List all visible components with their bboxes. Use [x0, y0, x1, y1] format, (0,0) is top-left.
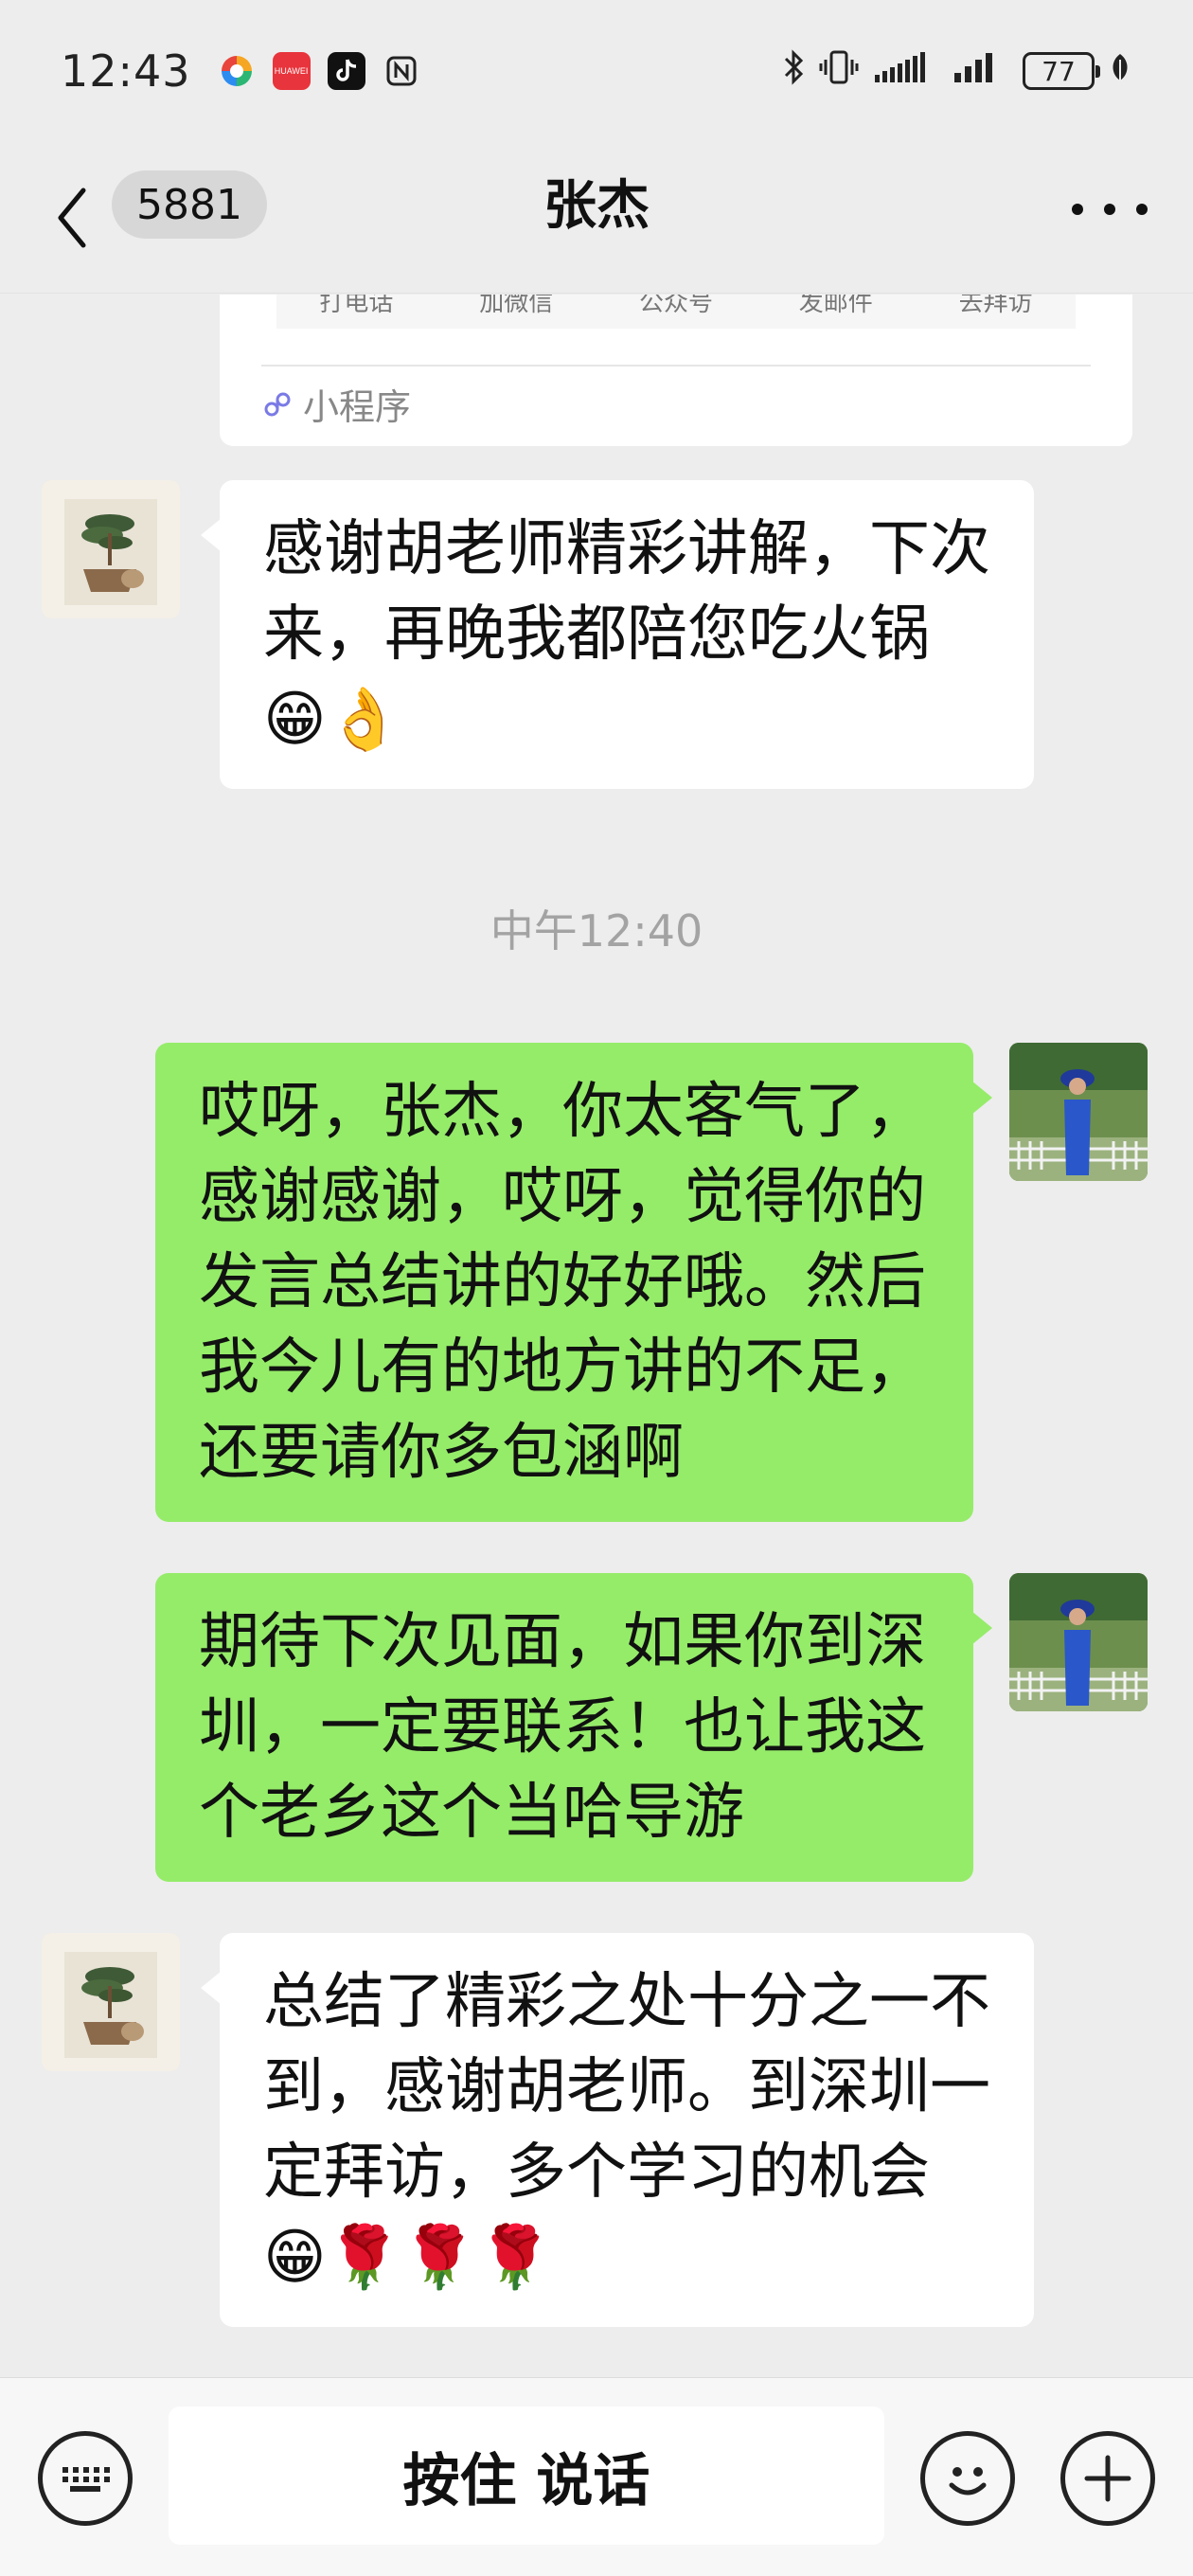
mini-program-preview: 打电话 加微信 公众号 发邮件 去拜访 — [276, 295, 1076, 329]
mini-action-call: 打电话 — [319, 295, 394, 317]
signal-icon-2 — [953, 48, 1000, 95]
mini-program-label: 小程序 — [261, 378, 411, 430]
more-dots-icon — [1136, 204, 1148, 215]
message-bubble-sent[interactable]: 哎呀，张杰，你太客气了，感谢感谢，哎呀，觉得你的发言总结讲的好好哦。然后我今儿有… — [155, 1043, 992, 1522]
mini-action-wechat: 加微信 — [479, 295, 554, 317]
my-avatar[interactable] — [1009, 1573, 1148, 1711]
keyboard-icon — [62, 2467, 110, 2492]
mini-action-email: 发邮件 — [798, 295, 873, 317]
tiktok-icon — [327, 52, 365, 90]
more-dots-icon — [1072, 204, 1083, 215]
time-separator: 中午12:40 — [490, 905, 703, 957]
message-text: 感谢胡老师精彩讲解，下次来，再晚我都陪您吃火锅😁👌 — [263, 514, 990, 755]
chat-title: 张杰 — [543, 175, 650, 237]
more-dots-icon — [1104, 204, 1115, 215]
portrait-avatar-image — [1009, 1043, 1148, 1181]
contact-avatar[interactable] — [42, 480, 180, 618]
plus-icon — [1084, 2455, 1131, 2502]
mini-program-card[interactable]: 打电话 加微信 公众号 发邮件 去拜访 小程序 — [220, 295, 1132, 446]
mini-program-divider — [261, 365, 1091, 367]
message-bubble-sent[interactable]: 期待下次见面，如果你到深圳，一定要联系！也让我这个老乡这个当哈导游 — [155, 1573, 992, 1882]
message-bubble-received[interactable]: 总结了精彩之处十分之一不到，感谢胡老师。到深圳一定拜访，多个学习的机会😁🌹🌹🌹 — [201, 1933, 1034, 2327]
bonsai-avatar-image — [42, 480, 180, 618]
mini-program-actions: 打电话 加微信 公众号 发邮件 去拜访 — [276, 295, 1076, 318]
leaf-icon — [1108, 50, 1132, 93]
battery-indicator: 77 — [1023, 52, 1100, 90]
nfc-icon — [383, 52, 420, 90]
keyboard-toggle-button[interactable] — [38, 2431, 133, 2526]
bonsai-avatar-image — [42, 1933, 180, 2071]
colorful-app-icon — [218, 52, 256, 90]
emoji-icon — [949, 2467, 987, 2496]
plus-button[interactable] — [1060, 2431, 1155, 2526]
contact-avatar[interactable] — [42, 1933, 180, 2071]
bluetooth-icon — [782, 48, 805, 95]
my-avatar[interactable] — [1009, 1043, 1148, 1181]
status-time: 12:43 — [61, 45, 191, 97]
status-right: 77 — [782, 48, 1132, 95]
portrait-avatar-image — [1009, 1573, 1148, 1711]
more-button[interactable] — [1072, 186, 1148, 233]
message-text: 期待下次见面，如果你到深圳，一定要联系！也让我这个老乡这个当哈导游 — [199, 1607, 926, 1848]
mini-program-text: 小程序 — [303, 386, 412, 428]
huawei-label: HUAWEI — [274, 66, 309, 76]
mini-action-official: 公众号 — [638, 295, 713, 317]
mini-action-visit: 去拜访 — [958, 295, 1033, 317]
input-bar: 按住 说话 — [0, 2377, 1193, 2576]
signal-icon-1 — [873, 48, 939, 95]
message-text: 总结了精彩之处十分之一不到，感谢胡老师。到深圳一定拜访，多个学习的机会😁🌹🌹🌹 — [263, 1967, 990, 2293]
status-bar: 12:43 HUAWEI 77 — [0, 0, 1193, 142]
mini-program-icon — [264, 392, 291, 416]
emoji-button[interactable] — [920, 2431, 1015, 2526]
chat-area[interactable]: 打电话 加微信 公众号 发邮件 去拜访 小程序 感谢胡老师精彩讲解，下次来，再晚… — [0, 295, 1193, 2378]
status-left: 12:43 HUAWEI — [61, 45, 420, 97]
message-text: 哎呀，张杰，你太客气了，感谢感谢，哎呀，觉得你的发言总结讲的好好哦。然后我今儿有… — [199, 1077, 926, 1488]
hold-to-talk-button[interactable]: 按住 说话 — [169, 2406, 884, 2545]
message-bubble-received[interactable]: 感谢胡老师精彩讲解，下次来，再晚我都陪您吃火锅😁👌 — [201, 480, 1034, 789]
chat-header: 5881 张杰 — [0, 142, 1193, 294]
vibrate-icon — [818, 48, 860, 95]
huawei-store-icon: HUAWEI — [272, 52, 311, 90]
